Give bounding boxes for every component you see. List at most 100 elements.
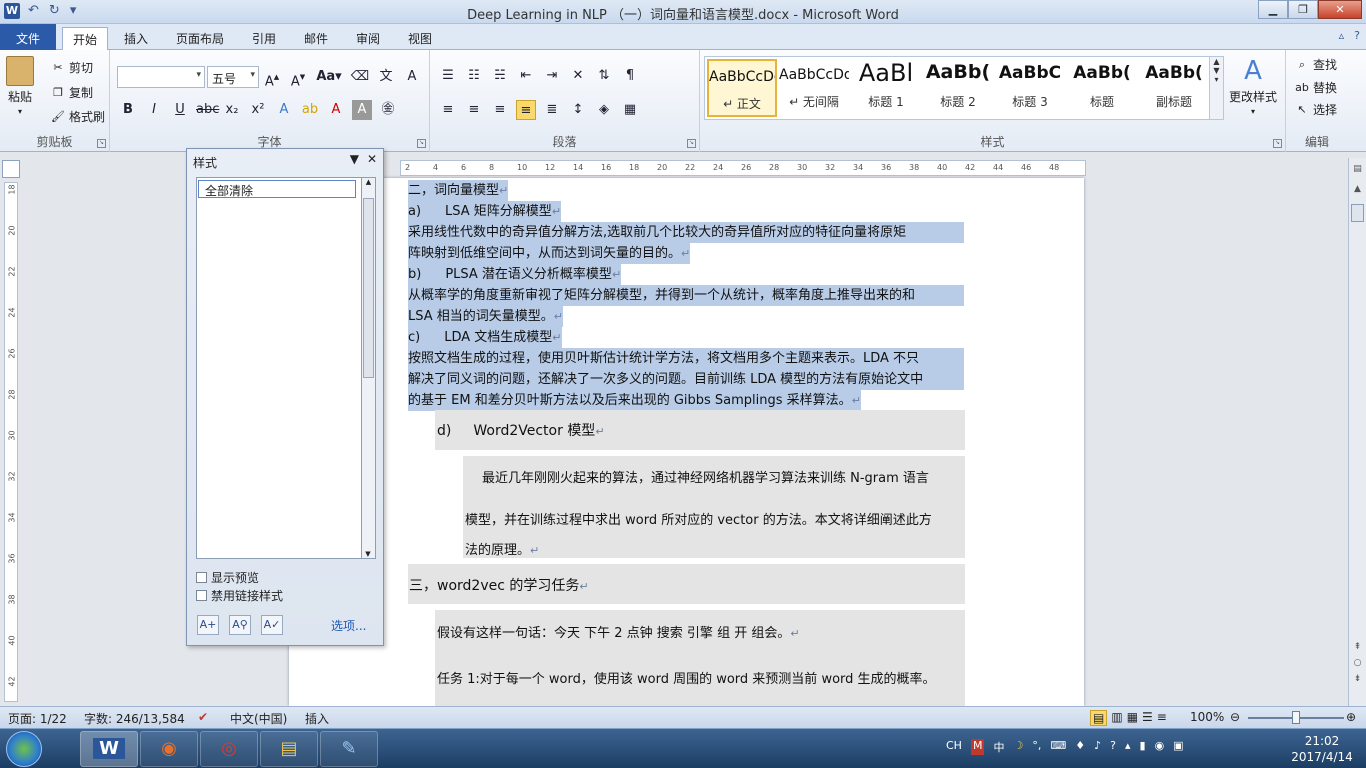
maximize-button[interactable]: ❐ <box>1288 0 1318 19</box>
taskbar-app-word[interactable]: W <box>80 731 138 767</box>
justify-icon[interactable]: ≡ <box>516 100 536 120</box>
align-right-icon[interactable]: ≡ <box>490 100 510 120</box>
tray-item[interactable]: ♪ <box>1094 739 1101 755</box>
grow-font-icon[interactable]: A▴ <box>262 67 282 89</box>
tab-references[interactable]: 引用 <box>242 27 286 50</box>
help-icon[interactable]: ? <box>1354 29 1360 42</box>
language-status[interactable]: 中文(中国) <box>230 710 287 727</box>
checkbox-box[interactable] <box>196 572 207 583</box>
scroll-down-icon[interactable]: ▼ <box>362 550 374 558</box>
tab-view[interactable]: 视图 <box>398 27 442 50</box>
line-spacing-icon[interactable]: ↕ <box>568 100 588 120</box>
decrease-indent-icon[interactable]: ⇤ <box>516 66 536 86</box>
style-heading-2[interactable]: AaBb( 标题 2 <box>923 59 993 117</box>
highlight-icon[interactable]: ab <box>300 100 320 120</box>
multilevel-list-icon[interactable]: ☵ <box>490 66 510 86</box>
sort-icon[interactable]: ⇅ <box>594 66 614 86</box>
align-left-icon[interactable]: ≡ <box>438 100 458 120</box>
tray-item[interactable]: °, <box>1032 739 1041 755</box>
tab-review[interactable]: 审阅 <box>346 27 390 50</box>
tab-home[interactable]: 开始 <box>62 27 109 50</box>
styles-list[interactable]: 全部清除 <box>196 177 362 559</box>
tray-item[interactable]: ⌨ <box>1050 739 1066 755</box>
manage-styles-button[interactable]: A✓ <box>261 615 283 635</box>
format-painter-button[interactable]: 🖌 格式刷 <box>50 108 105 125</box>
zoom-slider-knob[interactable] <box>1292 711 1300 724</box>
scroll-thumb[interactable] <box>1351 204 1364 222</box>
tray-item[interactable]: 中 <box>993 739 1004 755</box>
tab-selector[interactable] <box>2 160 20 178</box>
cut-button[interactable]: ✂ 剪切 <box>50 59 93 76</box>
select-button[interactable]: ↖ 选择 <box>1294 101 1337 118</box>
tray-item[interactable]: ☽ <box>1013 739 1023 755</box>
align-center-icon[interactable]: ≡ <box>464 100 484 120</box>
document-page[interactable]: 二，词向量模型↵ a) LSA 矩阵分解模型↵ 采用线性代数中的奇异值分解方法,选… <box>289 178 1084 706</box>
tab-page-layout[interactable]: 页面布局 <box>166 27 234 50</box>
tray-item[interactable]: ▴ <box>1125 739 1131 755</box>
tray-item[interactable]: ▣ <box>1173 739 1183 755</box>
tray-item[interactable]: ♦ <box>1075 739 1085 755</box>
scroll-thumb[interactable] <box>363 198 374 378</box>
disable-linked-styles-checkbox[interactable]: 禁用链接样式 <box>196 587 283 604</box>
style-heading-3[interactable]: AaBbC 标题 3 <box>995 59 1065 117</box>
minimize-button[interactable]: ▁ <box>1258 0 1288 19</box>
tray-item[interactable]: ? <box>1110 739 1116 755</box>
chinese-layout-icon[interactable]: ✕ <box>568 66 588 86</box>
styles-launcher[interactable]: ↘ <box>1273 139 1282 148</box>
font-name-combo[interactable]: ▾ <box>117 66 205 88</box>
close-icon[interactable]: ✕ <box>367 152 377 166</box>
taskbar-app-paint[interactable]: ✎ <box>320 731 378 767</box>
style-inspector-button[interactable]: A⚲ <box>229 615 251 635</box>
change-styles-button[interactable]: A 更改样式 ▾ <box>1229 56 1277 116</box>
options-link[interactable]: 选项... <box>331 617 366 634</box>
style-clear-all[interactable]: 全部清除 <box>198 180 356 198</box>
font-launcher[interactable]: ↘ <box>417 139 426 148</box>
tray-item[interactable]: ▮ <box>1140 739 1146 755</box>
style-normal[interactable]: AaBbCcDd ↵ 正文 <box>707 59 777 117</box>
increase-indent-icon[interactable]: ⇥ <box>542 66 562 86</box>
style-subtitle[interactable]: AaBb( 副标题 <box>1139 59 1209 117</box>
pane-options-icon[interactable]: ▼ <box>350 152 359 166</box>
clear-format-icon[interactable]: ⌫ <box>350 67 370 87</box>
print-layout-icon[interactable]: ▤ <box>1090 710 1108 726</box>
shrink-font-icon[interactable]: A▾ <box>288 67 308 89</box>
close-button[interactable]: ✕ <box>1318 0 1362 19</box>
scroll-up-icon[interactable]: ▲ <box>362 178 375 186</box>
tray-item[interactable]: CH <box>946 739 962 755</box>
tab-insert[interactable]: 插入 <box>114 27 158 50</box>
new-style-button[interactable]: A+ <box>197 615 219 635</box>
full-screen-reading-icon[interactable]: ▥ <box>1111 710 1122 726</box>
numbering-icon[interactable]: ☷ <box>464 66 484 86</box>
styles-list-scrollbar[interactable]: ▲ ▼ <box>362 177 376 559</box>
insert-mode[interactable]: 插入 <box>305 710 329 727</box>
checkbox-box[interactable] <box>196 590 207 601</box>
page-count[interactable]: 页面: 1/22 <box>8 710 67 727</box>
taskbar-clock[interactable]: 21:02 2017/4/14 <box>1290 733 1354 765</box>
char-border-icon[interactable]: A <box>402 67 422 87</box>
tray-item[interactable]: M <box>970 739 985 755</box>
paragraph-launcher[interactable]: ↘ <box>687 139 696 148</box>
taskbar-app-firefox[interactable]: ◉ <box>140 731 198 767</box>
paste-button[interactable]: 粘贴 ▾ <box>6 56 34 116</box>
taskbar-app-chrome[interactable]: ◎ <box>200 731 258 767</box>
scroll-up-icon[interactable]: ▲ <box>1349 184 1366 194</box>
start-button[interactable] <box>6 731 42 767</box>
document-scrollbar[interactable]: ▤ ▲ ⇞ ○ ⇟ <box>1348 158 1366 706</box>
underline-icon[interactable]: U <box>170 100 190 120</box>
tray-item[interactable]: ◉ <box>1155 739 1165 755</box>
bold-icon[interactable]: B <box>118 100 138 120</box>
style-heading-1[interactable]: AaBl 标题 1 <box>851 59 921 117</box>
horizontal-ruler[interactable]: 2 4 6 8 10 12 14 16 18 20 22 24 26 28 30 32 34 36 38 40 42 44… <box>400 160 1086 176</box>
tab-mailings[interactable]: 邮件 <box>294 27 338 50</box>
italic-icon[interactable]: I <box>144 100 164 120</box>
subscript-icon[interactable]: x₂ <box>222 100 242 120</box>
bullets-icon[interactable]: ☰ <box>438 66 458 86</box>
text-effects-icon[interactable]: A <box>274 100 294 120</box>
style-title[interactable]: AaBb( 标题 <box>1067 59 1137 117</box>
char-shading-icon[interactable]: A <box>352 100 372 120</box>
replace-button[interactable]: ab 替换 <box>1294 79 1337 96</box>
borders-icon[interactable]: ▦ <box>620 100 640 120</box>
find-button[interactable]: ⌕ 查找 <box>1294 56 1337 73</box>
next-page-icon[interactable]: ⇟ <box>1349 674 1366 684</box>
gallery-scroll[interactable]: ▲ ▼ ▾ <box>1209 57 1223 119</box>
